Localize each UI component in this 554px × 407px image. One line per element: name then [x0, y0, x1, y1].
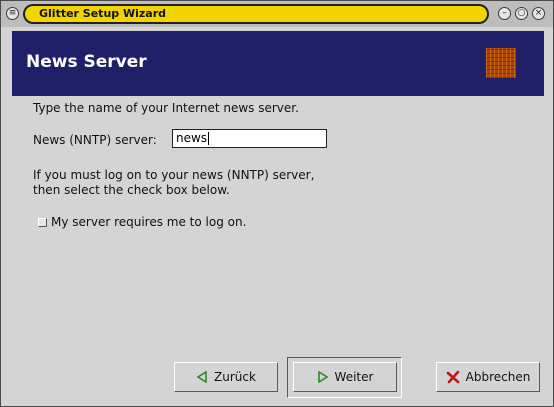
server-label: News (NNTP) server: — [33, 133, 157, 147]
login-required-label[interactable]: My server requires me to log on. — [51, 215, 246, 229]
back-label: Zurück — [214, 370, 256, 384]
next-button[interactable]: Weiter — [293, 362, 397, 392]
wizard-content: Type the name of your Internet news serv… — [12, 97, 544, 357]
page-title: News Server — [26, 52, 147, 72]
cancel-label: Abbrechen — [465, 370, 531, 384]
arrow-right-icon — [317, 371, 329, 383]
title-bar[interactable]: ≡ Glitter Setup Wizard – ○ × — [1, 1, 553, 27]
next-label: Weiter — [334, 370, 374, 384]
minimize-icon[interactable]: – — [498, 7, 511, 20]
news-server-input[interactable]: news — [172, 129, 327, 148]
x-icon — [446, 370, 460, 384]
login-hint-line1: If you must log on to your news (NNTP) s… — [33, 168, 315, 182]
back-button[interactable]: Zurück — [174, 362, 278, 392]
login-required-checkbox[interactable] — [38, 218, 47, 227]
intro-text: Type the name of your Internet news serv… — [33, 101, 299, 115]
close-icon[interactable]: × — [532, 7, 545, 20]
maximize-icon[interactable]: ○ — [515, 7, 528, 20]
text-caret — [208, 132, 210, 145]
wizard-header: News Server — [12, 31, 544, 96]
title-pill[interactable]: Glitter Setup Wizard — [23, 4, 489, 24]
window-title: Glitter Setup Wizard — [39, 7, 167, 20]
window-menu-icon[interactable]: ≡ — [6, 7, 19, 20]
news-server-value: news — [176, 131, 208, 145]
arrow-left-icon — [196, 371, 208, 383]
cancel-button[interactable]: Abbrechen — [436, 362, 540, 392]
wizard-window: ≡ Glitter Setup Wizard – ○ × News Server… — [0, 0, 554, 407]
logo-icon — [486, 48, 516, 78]
login-hint-line2: then select the check box below. — [33, 183, 230, 197]
